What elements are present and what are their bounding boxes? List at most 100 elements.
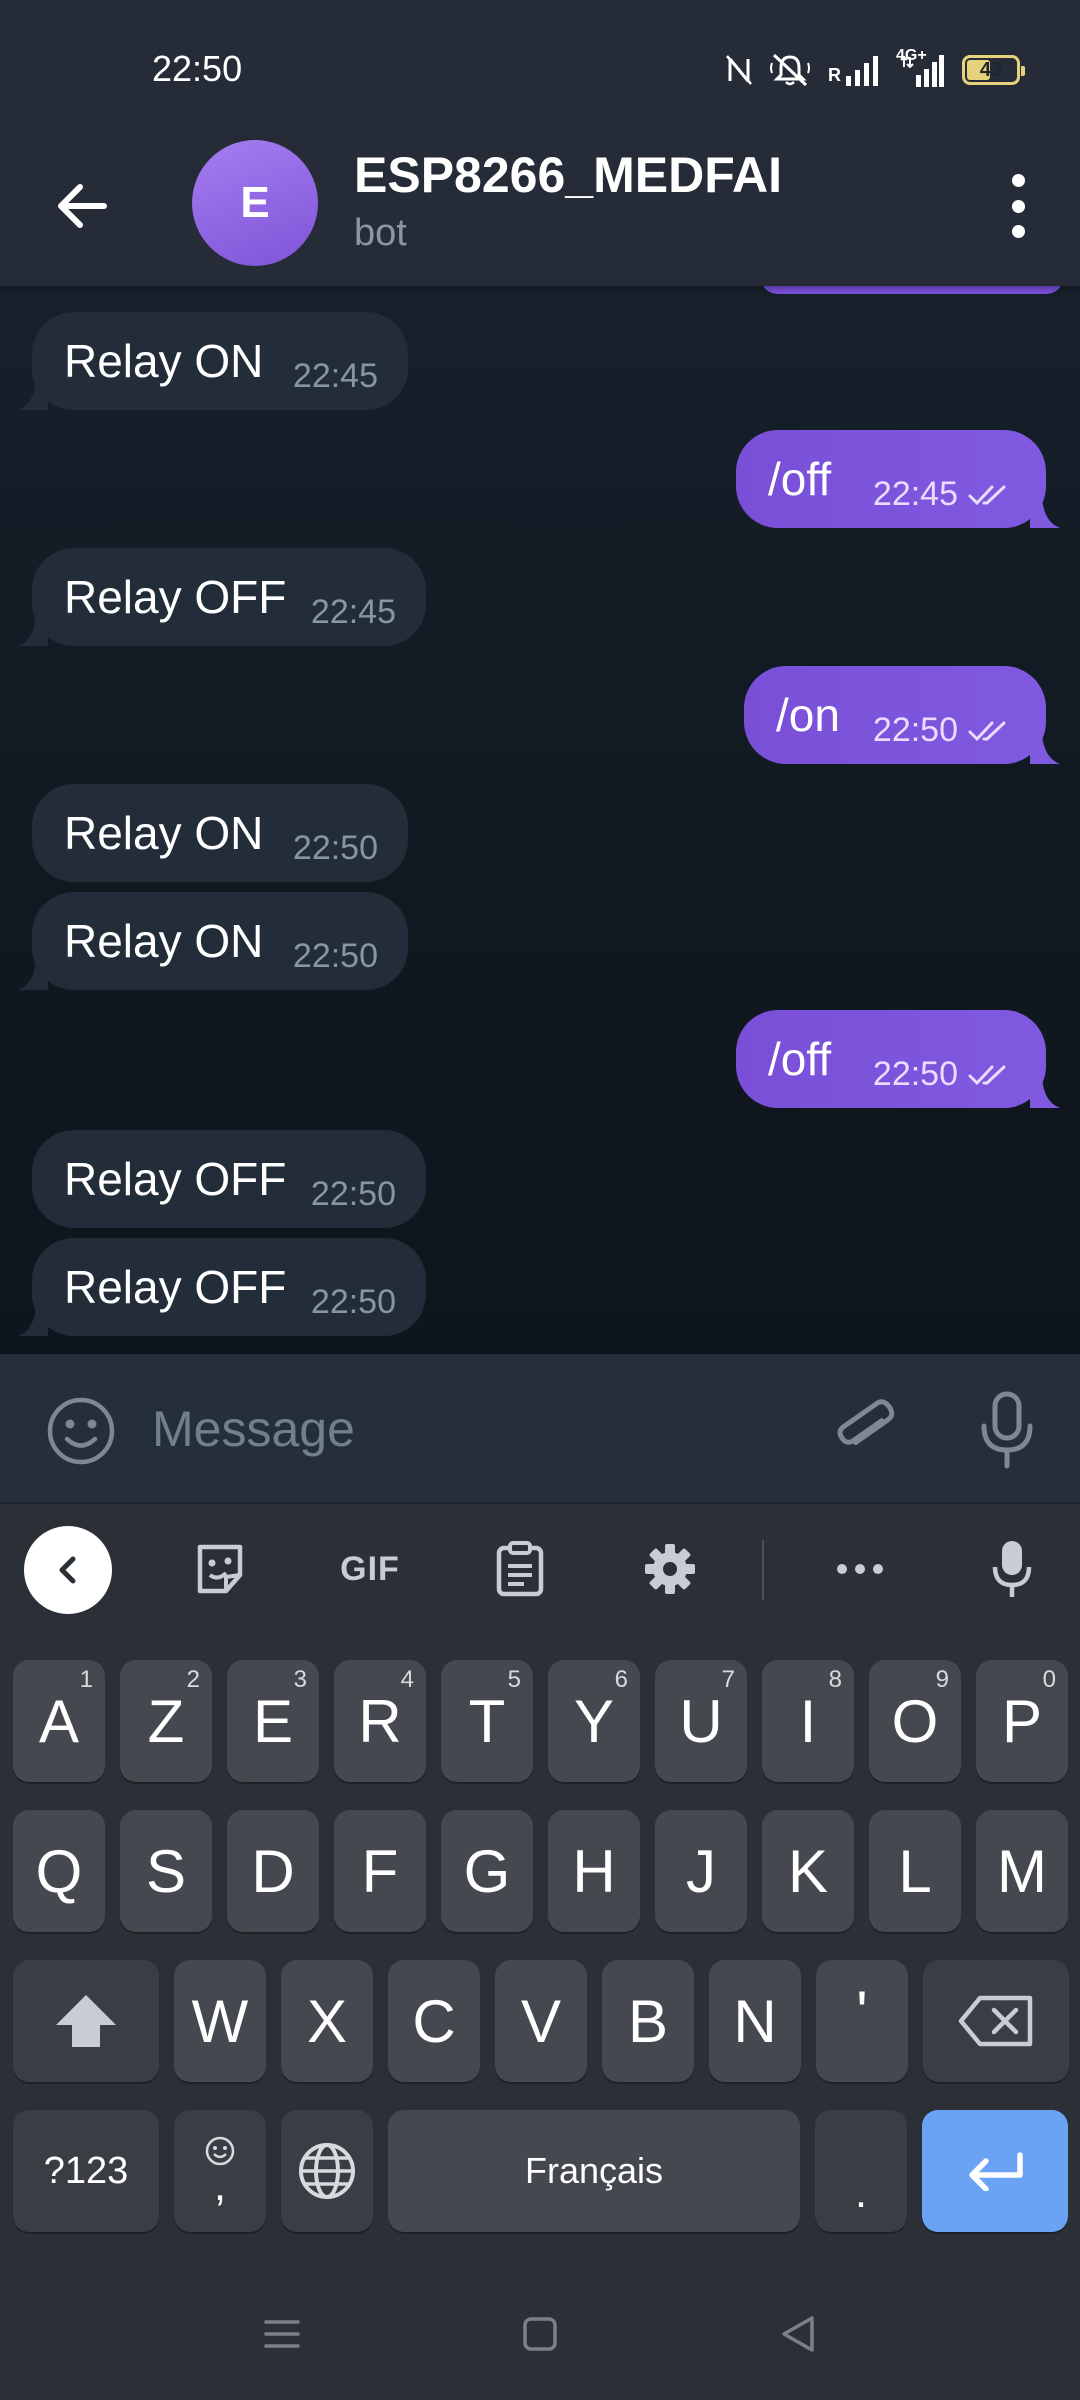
back-nav-button[interactable] [776,2312,820,2356]
key-hint: 9 [935,1666,949,1693]
key-label: C [412,1987,456,2055]
recents-button[interactable] [260,2312,304,2356]
key-p[interactable]: P0 [976,1660,1068,1782]
clipboard-button[interactable] [490,1540,550,1598]
keyboard-collapse-button[interactable] [24,1526,112,1614]
square-icon [523,2317,557,2351]
key-g[interactable]: G [441,1810,533,1932]
key-hint: 1 [79,1666,93,1693]
double-check-icon [968,485,1006,505]
message-time: 22:50 [872,711,958,749]
home-button[interactable] [518,2312,562,2356]
backspace-icon [958,1995,1033,2047]
settings-button[interactable] [640,1540,700,1598]
key-label: O [891,1687,939,1755]
key-r[interactable]: R4 [334,1660,426,1782]
message-text: Relay OFF [64,1261,287,1313]
message-list[interactable]: Relay ON 22:45 /off 22:45 Relay OFF 22:4… [0,286,1080,1354]
attach-button[interactable] [828,1392,902,1466]
outgoing-message[interactable]: /off 22:45 [736,430,1060,528]
key-hint: 7 [721,1666,735,1693]
key-i[interactable]: I8 [762,1660,854,1782]
key-a[interactable]: A1 [13,1660,105,1782]
key-label: L [898,1837,932,1905]
dot-icon [1011,174,1025,187]
key-label: B [627,1987,669,2055]
key-b[interactable]: B [602,1960,694,2082]
key-label: K [787,1837,829,1905]
key-z[interactable]: Z2 [120,1660,212,1782]
emoji-button[interactable] [46,1396,116,1466]
key-label: E [252,1687,294,1755]
key-label: M [997,1837,1047,1905]
sticker-button[interactable] [190,1540,250,1598]
message-text: /on [776,689,840,741]
incoming-message[interactable]: Relay ON 22:50 [18,892,408,990]
chat-title[interactable]: ESP8266_MEDFAI [354,146,782,204]
symbols-key[interactable]: ?123 [13,2110,159,2232]
avatar[interactable]: E [192,140,318,266]
incoming-message[interactable]: Relay ON 22:50 [32,784,408,882]
key-x[interactable]: X [281,1960,373,2082]
key-m[interactable]: M [976,1810,1068,1932]
incoming-message[interactable]: Relay OFF 22:45 [18,548,426,646]
enter-key[interactable] [922,2110,1068,2232]
key-v[interactable]: V [495,1960,587,2082]
language-key[interactable] [281,2110,373,2232]
message-time: 22:50 [310,1175,396,1213]
key-h[interactable]: H [548,1810,640,1932]
key-u[interactable]: U7 [655,1660,747,1782]
key-label: J [686,1837,716,1905]
more-options-button[interactable] [1006,174,1030,238]
mute-bell-icon [770,53,810,87]
system-navigation-bar [0,2268,1080,2400]
shift-key[interactable] [13,1960,159,2082]
key-c[interactable]: C [388,1960,480,2082]
key-hint: 2 [186,1666,200,1693]
backspace-key[interactable] [923,1960,1069,2082]
message-time: 22:45 [310,593,396,631]
outgoing-message[interactable]: /on 22:50 [744,666,1060,764]
paperclip-icon [837,1399,895,1446]
key-n[interactable]: N [709,1960,801,2082]
key-y[interactable]: Y6 [548,1660,640,1782]
key-label: Y [573,1687,615,1755]
clipboard-icon [496,1541,544,1597]
key-d[interactable]: D [227,1810,319,1932]
key-label: W [191,1987,249,2055]
incoming-message[interactable]: Relay OFF 22:50 [32,1130,426,1228]
key-hint: 0 [1042,1666,1056,1693]
voice-input-button[interactable] [982,1540,1042,1598]
roaming-label: R [828,65,841,85]
key-j[interactable]: J [655,1810,747,1932]
battery-level: 43 [979,58,1003,81]
more-tools-button[interactable] [830,1540,890,1598]
space-bar[interactable]: Français [388,2110,800,2232]
period-key[interactable]: . [815,2110,907,2232]
key-label: F [361,1837,399,1905]
key-l[interactable]: L [869,1810,961,1932]
enter-arrow-icon [969,2152,1023,2191]
toolbar-divider [762,1540,764,1600]
incoming-message[interactable]: Relay ON 22:45 [18,312,408,410]
microphone-icon [992,1541,1032,1597]
key-apostrophe[interactable]: ' [816,1960,908,2082]
gif-button[interactable]: GIF [330,1540,410,1598]
outgoing-message[interactable]: /off 22:50 [736,1010,1060,1108]
key-o[interactable]: O9 [869,1660,961,1782]
key-k[interactable]: K [762,1810,854,1932]
voice-message-button[interactable] [976,1390,1038,1470]
key-s[interactable]: S [120,1810,212,1932]
emoji-comma-key[interactable]: , [174,2110,266,2232]
key-e[interactable]: E3 [227,1660,319,1782]
status-time: 22:50 [152,48,243,89]
back-button[interactable] [52,174,116,238]
arrow-left-icon [58,184,107,228]
key-q[interactable]: Q [13,1810,105,1932]
message-input[interactable] [150,1394,770,1464]
incoming-message[interactable]: Relay OFF 22:50 [18,1238,426,1336]
key-t[interactable]: T5 [441,1660,533,1782]
key-f[interactable]: F [334,1810,426,1932]
microphone-icon [981,1391,1033,1469]
key-w[interactable]: W [174,1960,266,2082]
